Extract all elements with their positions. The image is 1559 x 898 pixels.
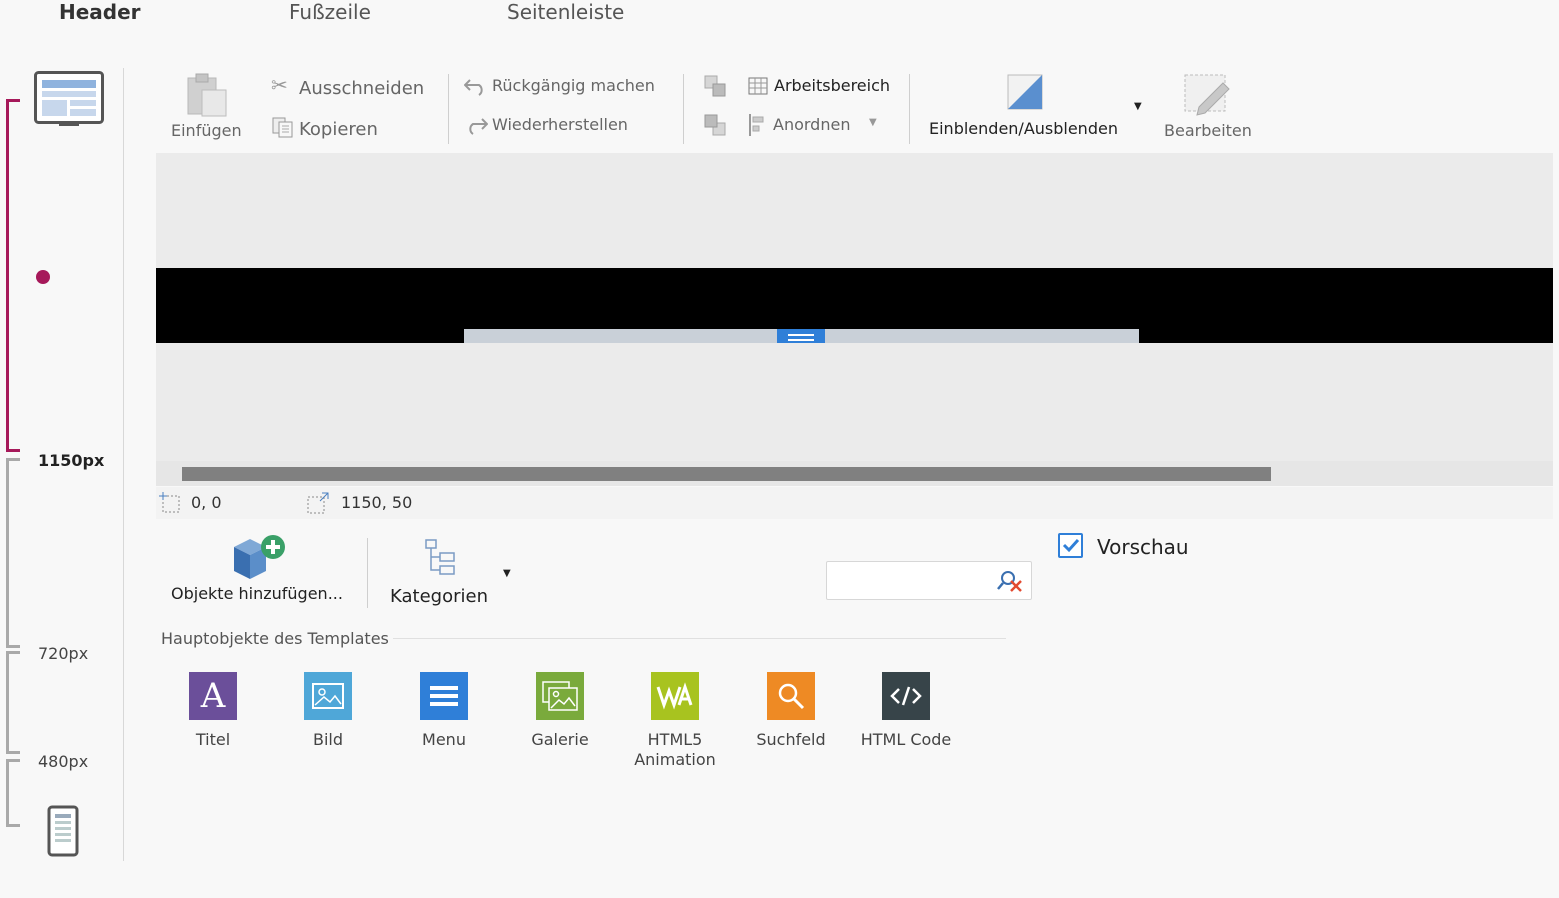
show-hide-button[interactable]: Einblenden/Ausblenden (929, 119, 1118, 138)
size-icon (307, 492, 329, 514)
html5-animation-icon (651, 672, 699, 720)
object-title[interactable]: A Titel (158, 672, 268, 750)
object-label: HTML Code (860, 730, 952, 749)
position-icon (159, 492, 180, 513)
add-object-icon[interactable] (230, 533, 290, 583)
show-hide-icon[interactable] (1006, 73, 1044, 111)
object-image[interactable]: Bild (273, 672, 383, 750)
copy-icon (272, 117, 293, 138)
object-label: Titel (195, 730, 231, 749)
arrange-icon (749, 114, 764, 136)
arrange-dropdown-icon[interactable]: ▼ (869, 117, 877, 128)
paste-button[interactable]: Einfügen (171, 121, 242, 140)
workspace-button[interactable]: Arbeitsbereich (774, 76, 890, 95)
object-html-code[interactable]: HTML Code (851, 672, 961, 750)
toolbar-divider (448, 74, 449, 144)
object-label: Bild (312, 730, 344, 749)
paste-icon[interactable] (185, 72, 229, 118)
section-title: Hauptobjekte des Templates (161, 629, 389, 648)
breakpoint-1150-label[interactable]: 1150px (38, 451, 104, 470)
edit-button[interactable]: Bearbeiten (1164, 121, 1252, 140)
edit-icon[interactable] (1183, 73, 1231, 117)
cut-button[interactable]: Ausschneiden (299, 78, 424, 99)
code-icon (882, 672, 930, 720)
categories-button[interactable]: Kategorien (390, 586, 488, 607)
preview-label[interactable]: Vorschau (1097, 535, 1189, 559)
redo-button[interactable]: Wiederherstellen (492, 115, 628, 134)
section-divider (393, 638, 1006, 639)
design-canvas[interactable] (156, 153, 1553, 461)
title-icon: A (189, 672, 237, 720)
object-search[interactable]: Suchfeld (736, 672, 846, 750)
checkmark-icon (1062, 538, 1080, 553)
arrange-button[interactable]: Anordnen (773, 115, 850, 134)
tab-header[interactable]: Header (59, 0, 141, 24)
categories-icon[interactable] (424, 538, 458, 576)
search-icon (767, 672, 815, 720)
search-field[interactable] (826, 561, 1032, 600)
tab-sidebar[interactable]: Seitenleiste (507, 0, 624, 24)
breakpoint-480-label[interactable]: 480px (38, 752, 88, 771)
categories-dropdown-icon[interactable]: ▼ (503, 568, 511, 579)
breakpoint-range-720 (6, 458, 20, 648)
gallery-icon (536, 672, 584, 720)
breakpoint-range-active (6, 99, 20, 452)
menu-object[interactable] (777, 329, 825, 343)
image-icon (304, 672, 352, 720)
menu-icon (420, 672, 468, 720)
object-label: Suchfeld (756, 730, 826, 749)
bring-forward-icon[interactable] (704, 75, 728, 97)
breakpoint-range-mobile (6, 759, 20, 827)
object-menu[interactable]: Menu (389, 672, 499, 750)
undo-button[interactable]: Rückgängig machen (492, 76, 655, 95)
tab-footer[interactable]: Fußzeile (289, 0, 371, 24)
scissors-icon: ✂ (271, 73, 288, 97)
send-backward-icon[interactable] (704, 114, 728, 136)
scrollbar-thumb[interactable] (182, 467, 1271, 481)
breakpoint-720-label[interactable]: 720px (38, 644, 88, 663)
sidebar-divider (123, 68, 124, 861)
panel-divider (367, 538, 368, 608)
position-readout: 0, 0 (191, 493, 222, 512)
show-hide-dropdown-icon[interactable]: ▼ (1134, 101, 1142, 112)
object-label: Menu (422, 730, 466, 749)
size-readout: 1150, 50 (341, 493, 413, 512)
breakpoint-range-480 (6, 651, 20, 754)
undo-icon (464, 79, 483, 96)
status-bar: 0, 0 1150, 50 (156, 487, 1553, 519)
toolbar-divider (683, 74, 684, 144)
breakpoint-marker[interactable] (36, 270, 50, 284)
object-label: Galerie (531, 730, 589, 749)
menu-icon (788, 334, 814, 341)
desktop-icon[interactable] (34, 71, 104, 127)
search-input[interactable] (833, 568, 993, 594)
workspace-icon (748, 77, 768, 95)
mobile-icon[interactable] (47, 805, 79, 857)
clear-search-icon[interactable] (997, 568, 1025, 594)
horizontal-scrollbar[interactable] (156, 461, 1553, 486)
preview-checkbox[interactable] (1058, 533, 1083, 558)
redo-icon (469, 118, 488, 135)
object-label: HTML5 Animation (634, 730, 716, 769)
add-objects-button[interactable]: Objekte hinzufügen... (171, 584, 343, 603)
toolbar-divider (909, 74, 910, 144)
object-html5-animation[interactable]: HTML5 Animation (620, 672, 730, 770)
object-gallery[interactable]: Galerie (505, 672, 615, 750)
copy-button[interactable]: Kopieren (299, 119, 378, 140)
